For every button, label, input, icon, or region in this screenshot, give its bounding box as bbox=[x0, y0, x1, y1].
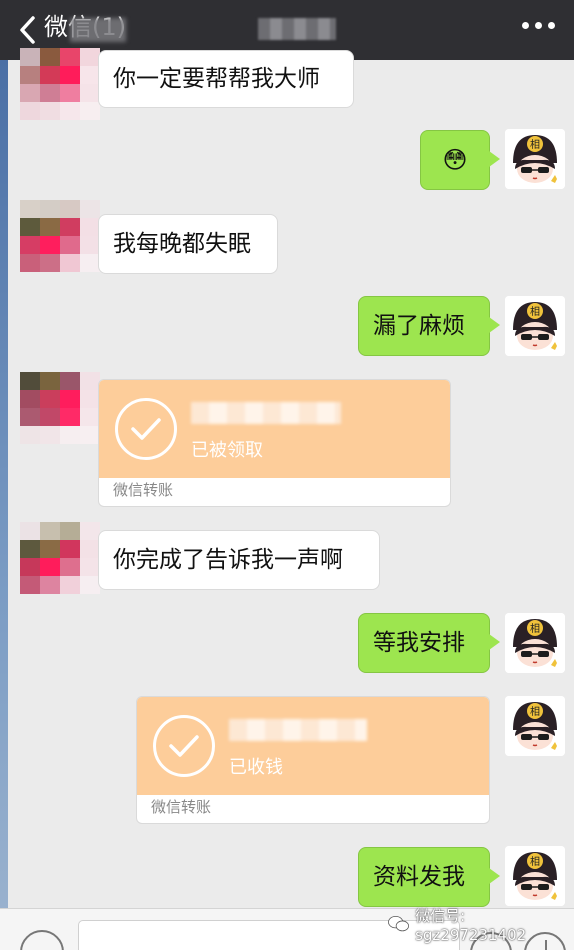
message-text: 等我安排 bbox=[373, 630, 465, 656]
back-button[interactable] bbox=[18, 10, 36, 50]
contact-avatar[interactable] bbox=[20, 200, 100, 272]
girl-avatar-icon: 相 bbox=[505, 846, 565, 906]
more-dots-icon bbox=[522, 22, 529, 29]
transfer-footer: 微信转账 bbox=[113, 481, 174, 499]
avatar-badge: 相 bbox=[530, 622, 540, 635]
check-icon bbox=[115, 398, 177, 460]
my-avatar[interactable]: 相 bbox=[505, 296, 565, 356]
amount-blur bbox=[229, 719, 367, 741]
girl-avatar-icon: 相 bbox=[505, 296, 565, 356]
chevron-left-icon bbox=[20, 16, 35, 44]
watermark: 微信号: sgz297231402 bbox=[388, 907, 574, 944]
message-text: 你完成了告诉我一声啊 bbox=[113, 547, 343, 573]
check-icon bbox=[153, 715, 215, 777]
my-avatar[interactable]: 相 bbox=[505, 696, 565, 756]
avatar-badge: 相 bbox=[530, 305, 540, 318]
message-text: 资料发我 bbox=[373, 864, 465, 890]
flushed-emoji-icon: 😳 bbox=[442, 146, 468, 174]
message-text: 你一定要帮帮我大师 bbox=[113, 66, 320, 92]
contact-avatar[interactable] bbox=[20, 372, 100, 444]
message-bubble[interactable]: 资料发我 bbox=[358, 847, 500, 907]
transfer-footer: 微信转账 bbox=[151, 798, 212, 816]
contact-avatar[interactable] bbox=[20, 522, 100, 594]
my-avatar[interactable]: 相 bbox=[505, 613, 565, 673]
message-bubble[interactable]: 漏了麻烦 bbox=[358, 296, 500, 356]
watermark-text: 微信号: sgz297231402 bbox=[415, 906, 527, 944]
avatar-badge: 相 bbox=[530, 705, 540, 718]
message-bubble[interactable]: 你一定要帮帮我大师 bbox=[98, 50, 354, 108]
transfer-status: 已被领取 bbox=[191, 440, 263, 461]
message-text: 漏了麻烦 bbox=[373, 313, 465, 339]
transfer-card[interactable]: 已收钱 微信转账 bbox=[136, 696, 490, 824]
transfer-card[interactable]: 已被领取 微信转账 bbox=[98, 379, 451, 507]
amount-blur bbox=[191, 402, 341, 424]
message-bubble[interactable]: 你完成了告诉我一声啊 bbox=[98, 530, 380, 590]
girl-avatar-icon: 相 bbox=[505, 696, 565, 756]
message-bubble[interactable]: 我每晚都失眠 bbox=[98, 214, 278, 274]
contact-avatar[interactable] bbox=[20, 48, 100, 120]
wechat-logo-icon bbox=[388, 915, 409, 932]
transfer-status: 已收钱 bbox=[229, 757, 283, 778]
girl-avatar-icon: 相 bbox=[505, 129, 565, 189]
avatar-badge: 相 bbox=[530, 855, 540, 868]
contact-name-blur bbox=[258, 18, 336, 40]
my-avatar[interactable]: 相 bbox=[505, 846, 565, 906]
more-button[interactable] bbox=[522, 22, 555, 29]
message-bubble[interactable]: 等我安排 bbox=[358, 613, 500, 673]
avatar-badge: 相 bbox=[530, 138, 540, 151]
background-strip bbox=[0, 60, 8, 950]
message-bubble[interactable]: 😳 bbox=[420, 130, 500, 190]
my-avatar[interactable]: 相 bbox=[505, 129, 565, 189]
title-blur-overlay bbox=[70, 18, 126, 42]
message-text: 我每晚都失眠 bbox=[113, 231, 251, 257]
girl-avatar-icon: 相 bbox=[505, 613, 565, 673]
